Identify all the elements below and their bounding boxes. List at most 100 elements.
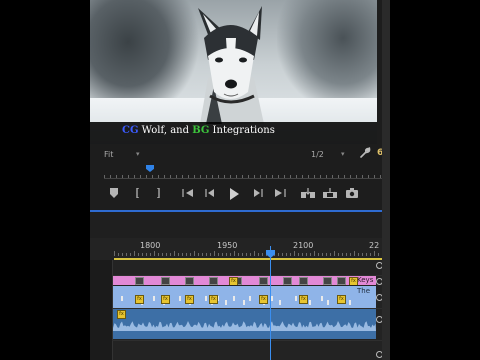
clip-keys[interactable]: Keys fx fx xyxy=(113,276,376,285)
timeline-panel: 1800 1950 2100 22 Keys fx fx The fx fx fx fx… xyxy=(90,210,390,360)
clip-edit-point[interactable] xyxy=(327,300,329,305)
clip-edit-point[interactable] xyxy=(309,300,311,305)
background-trees xyxy=(277,0,377,110)
clip-edit-point[interactable] xyxy=(121,296,123,301)
ruler-tick xyxy=(332,175,333,178)
ruler-tick xyxy=(116,175,117,178)
ruler-tick xyxy=(298,253,299,256)
ruler-tick xyxy=(346,253,347,256)
ruler-tick xyxy=(146,175,147,178)
mark-in-button[interactable] xyxy=(130,187,146,201)
wrench-icon[interactable] xyxy=(359,147,371,159)
playback-resolution-select[interactable]: 1/2 ▾ xyxy=(311,148,353,161)
step-back-button[interactable] xyxy=(202,187,218,201)
ruler-tick xyxy=(126,253,127,256)
clip-edit-point[interactable] xyxy=(249,296,251,301)
mark-out-icon xyxy=(157,188,160,198)
step-forward-button[interactable] xyxy=(250,187,266,201)
work-area-bar[interactable] xyxy=(114,258,382,260)
clip-edit-point[interactable] xyxy=(321,296,323,301)
ruler-tick xyxy=(286,253,287,256)
playhead-line xyxy=(270,246,271,360)
clip-edit-point[interactable] xyxy=(153,296,155,301)
ruler-tick xyxy=(310,253,311,256)
ruler-tick xyxy=(218,253,219,256)
ruler-tick xyxy=(278,175,279,178)
ruler-tick xyxy=(258,253,259,256)
play-button[interactable] xyxy=(226,187,242,201)
ruler-tick xyxy=(338,253,339,256)
step-back-icon xyxy=(205,189,214,197)
ruler-tick xyxy=(128,175,129,178)
fx-badge-icon: fx xyxy=(161,295,170,304)
ruler-tick xyxy=(356,175,357,178)
ruler-tick xyxy=(380,175,381,178)
overwrite-icon xyxy=(323,188,337,198)
ruler-tick xyxy=(210,253,211,256)
clip-thumbnail-icon xyxy=(185,277,194,285)
fx-badge-icon: fx xyxy=(135,295,144,304)
ruler-tick xyxy=(334,251,335,256)
ruler-tick xyxy=(226,253,227,256)
clip-edit-point[interactable] xyxy=(279,300,281,305)
clip-edit-point[interactable] xyxy=(295,296,297,301)
clip-edit-point[interactable] xyxy=(243,300,245,305)
ruler-tick xyxy=(202,253,203,256)
ruler-tick xyxy=(130,253,131,256)
clip-thumbnail-icon xyxy=(283,277,292,285)
clip-edit-point[interactable] xyxy=(179,296,181,301)
track-divider xyxy=(112,340,382,341)
export-frame-button[interactable] xyxy=(344,187,360,201)
ruler-tick xyxy=(344,175,345,178)
go-to-in-icon xyxy=(182,189,193,197)
zoom-fit-select[interactable]: Fit ▾ xyxy=(104,148,144,161)
ruler-tick xyxy=(198,253,199,256)
ruler-tick xyxy=(378,253,379,256)
insert-button[interactable] xyxy=(300,187,316,201)
clip-edit-point[interactable] xyxy=(349,300,351,305)
fx-badge-icon: fx xyxy=(209,295,218,304)
ruler-tick xyxy=(152,175,153,178)
ruler-tick xyxy=(118,253,119,256)
go-to-out-button[interactable] xyxy=(272,187,288,201)
clip-label: Keys xyxy=(357,276,374,284)
ruler-tick xyxy=(236,175,237,178)
monitor-controls: Fit ▾ 1/2 ▾ 675 xyxy=(90,144,390,210)
ruler-tick xyxy=(158,175,159,178)
chevron-down-icon: ▾ xyxy=(341,150,345,158)
ruler-tick xyxy=(206,175,207,178)
fx-badge-icon: fx xyxy=(117,310,126,319)
insert-icon xyxy=(301,188,315,198)
clip-edit-point[interactable] xyxy=(233,296,235,301)
add-marker-button[interactable] xyxy=(106,187,122,201)
monitor-time-ruler[interactable] xyxy=(104,168,388,179)
ruler-tick xyxy=(134,251,135,256)
clip-the[interactable]: The fx fx fx fx fx fx fx xyxy=(113,286,376,308)
clip-edit-point[interactable] xyxy=(271,296,273,301)
ruler-tick xyxy=(290,253,291,256)
mark-out-button[interactable] xyxy=(150,187,166,201)
ruler-tick xyxy=(224,175,225,178)
fx-badge-icon: fx xyxy=(299,295,308,304)
clip-thumbnail-icon xyxy=(299,277,308,285)
audio-clip[interactable]: fx xyxy=(113,309,376,339)
fx-badge-icon: fx xyxy=(185,295,194,304)
caption-bg: BG xyxy=(192,125,210,136)
ruler-tick xyxy=(302,253,303,256)
ruler-tick xyxy=(230,253,231,256)
clip-edit-point[interactable] xyxy=(205,296,207,301)
ruler-tick xyxy=(284,175,285,178)
overwrite-button[interactable] xyxy=(322,187,338,201)
ruler-tick xyxy=(254,175,255,178)
panel-scrollbar[interactable] xyxy=(382,0,390,360)
go-to-in-button[interactable] xyxy=(180,187,196,201)
ruler-tick xyxy=(238,253,239,256)
ruler-tick xyxy=(254,251,255,256)
ruler-tick xyxy=(350,253,351,256)
track-headers xyxy=(90,260,113,360)
ruler-tick xyxy=(294,251,295,256)
clip-edit-point[interactable] xyxy=(225,300,227,305)
timeline-ruler[interactable]: 1800 1950 2100 22 xyxy=(114,238,390,260)
ruler-tick xyxy=(140,175,141,178)
caption-cg: CG xyxy=(122,125,139,136)
